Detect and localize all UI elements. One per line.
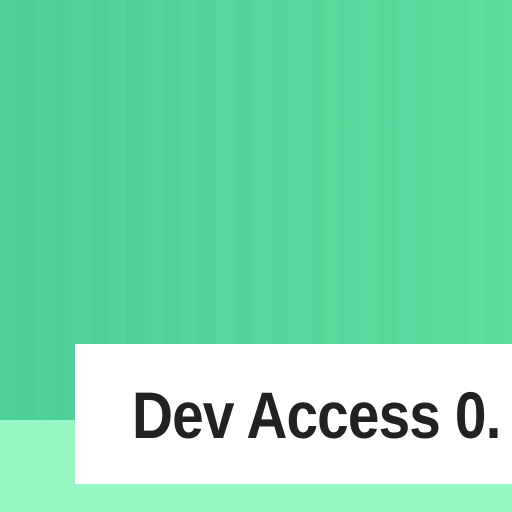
thumbnail-canvas: Dev Access 0. xyxy=(0,0,512,512)
title-text: Dev Access 0. xyxy=(132,378,501,452)
title-card: Dev Access 0. xyxy=(75,344,512,484)
